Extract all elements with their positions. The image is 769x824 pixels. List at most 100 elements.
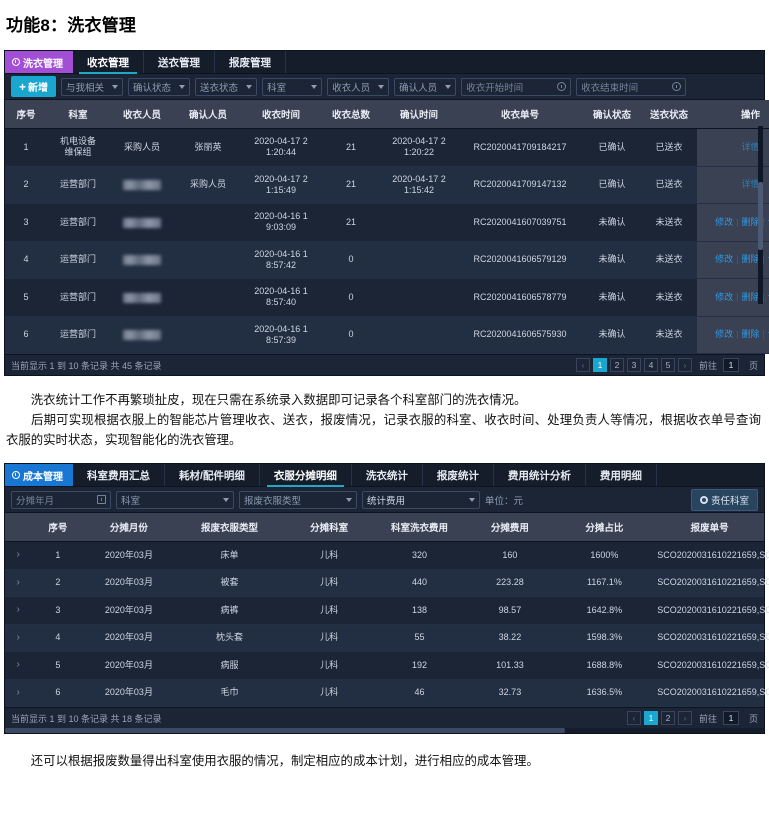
page-button-1[interactable]: 1 xyxy=(592,358,607,372)
module-badge-label: 成本管理 xyxy=(23,471,63,483)
tab-fee-detail[interactable]: 费用明细 xyxy=(586,464,657,487)
table-row[interactable]: 2 运营部门 采购人员 采购人员 2020-04-17 2 1:15:49 21… xyxy=(5,166,769,204)
cell-receive-time: 2020-04-16 1 8:57:42 xyxy=(241,241,321,279)
filter-confirmer[interactable]: 确认人员 xyxy=(394,77,457,96)
table-row[interactable]: 3 运营部门 采购人员 2020-04-16 1 9:03:09 21 RC20… xyxy=(5,203,769,242)
table-row[interactable]: › 6 2020年03月 毛巾 儿科 46 32.73 1636.5% SCO2… xyxy=(5,679,769,708)
detail-link[interactable]: 详情 xyxy=(741,179,759,189)
filter-related-to-me[interactable]: 与我相关 xyxy=(61,77,124,96)
tab-laundry-statistics[interactable]: 洗衣统计 xyxy=(352,464,423,487)
allocation-month-input[interactable]: 分摊年月 xyxy=(11,490,111,509)
table-row[interactable]: › 5 2020年03月 病服 儿科 192 101.33 1688.8% SC… xyxy=(5,651,769,680)
prev-page-button[interactable]: ‹ xyxy=(626,711,641,726)
filter-receiver[interactable]: 收衣人员 xyxy=(327,77,390,96)
tab-receive-management[interactable]: 收衣管理 xyxy=(73,51,144,74)
tab-consumable-parts-detail[interactable]: 耗材/配件明细 xyxy=(165,464,260,487)
filter-department[interactable]: 科室 xyxy=(116,490,234,509)
next-page-button[interactable]: › xyxy=(677,358,692,372)
add-new-button[interactable]: + 新增 xyxy=(11,76,57,97)
tab-label: 科室费用汇总 xyxy=(87,469,150,482)
table-row[interactable]: 4 运营部门 采购人员 2020-04-16 1 8:57:42 0 RC202… xyxy=(5,241,769,279)
table-row[interactable]: 1 机电设备 维保组 采购人员 张丽英 2020-04-17 2 1:20:44… xyxy=(5,128,769,167)
tab-clothing-allocation-detail[interactable]: 衣服分摊明细 xyxy=(260,464,352,488)
module-badge-laundry[interactable]: 洗衣管理 xyxy=(5,51,73,73)
prev-page-button[interactable]: ‹ xyxy=(575,358,590,372)
page-button-1[interactable]: 1 xyxy=(643,711,658,726)
table-row[interactable]: › 4 2020年03月 枕头套 儿科 55 38.22 1598.3% SCO… xyxy=(5,624,769,653)
expand-row-button[interactable]: › xyxy=(5,679,32,708)
edit-link[interactable]: 修改 xyxy=(715,329,733,339)
tab-scrap-statistics[interactable]: 报废统计 xyxy=(423,464,494,487)
col-allocation-fee: 分摊费用 xyxy=(466,513,554,543)
chevron-down-icon xyxy=(179,84,186,89)
cell-department: 儿科 xyxy=(285,596,373,625)
filter-scrap-clothing-type[interactable]: 报废衣服类型 xyxy=(239,490,357,509)
page-button-2[interactable]: 2 xyxy=(609,358,624,372)
redacted-name: 采购人员 xyxy=(122,217,161,228)
expand-row-button[interactable]: › xyxy=(5,569,32,598)
scrollbar-thumb[interactable] xyxy=(758,182,763,250)
expand-row-button[interactable]: › xyxy=(5,624,32,653)
table-row[interactable]: 6 运营部门 采购人员 2020-04-16 1 8:57:39 0 RC202… xyxy=(5,316,769,354)
cell-confirmer xyxy=(175,316,241,354)
cell-index: 5 xyxy=(5,278,47,317)
cell-scrap-order-no: SCO2020031610221659,SCO2020... xyxy=(655,596,769,625)
tab-label: 报废统计 xyxy=(436,469,479,482)
goto-page-input[interactable]: 1 xyxy=(722,358,739,372)
filter-statistic-fee[interactable]: 统计费用 xyxy=(362,490,480,509)
detail-link[interactable]: 详情 xyxy=(741,142,759,152)
page-button-5[interactable]: 5 xyxy=(660,358,675,372)
status-badge-confirm: 未确认 xyxy=(583,241,641,279)
filter-confirm-status[interactable]: 确认状态 xyxy=(128,77,191,96)
delete-link[interactable]: 删除 xyxy=(741,217,759,227)
table-row[interactable]: 5 运营部门 采购人员 2020-04-16 1 8:57:40 0 RC202… xyxy=(5,278,769,317)
edit-link[interactable]: 修改 xyxy=(715,254,733,264)
module-badge-cost[interactable]: 成本管理 xyxy=(5,464,73,487)
status-badge-deliver: 未送衣 xyxy=(641,241,697,279)
page-button-4[interactable]: 4 xyxy=(643,358,658,372)
col-operations: 操作 xyxy=(697,100,769,129)
delete-link[interactable]: 删除 xyxy=(741,329,759,339)
expand-row-button[interactable]: › xyxy=(5,596,32,625)
horizontal-scrollbar[interactable] xyxy=(5,728,764,734)
tab-dept-fee-summary[interactable]: 科室费用汇总 xyxy=(73,464,165,487)
expand-row-button[interactable]: › xyxy=(5,651,32,680)
cell-share-percent: 1642.8% xyxy=(553,596,656,625)
responsible-department-button[interactable]: 责任科室 xyxy=(690,488,758,511)
scrollbar-thumb[interactable] xyxy=(5,728,565,734)
delete-link[interactable]: 删除 xyxy=(741,292,759,302)
goto-page-input[interactable]: 1 xyxy=(722,711,739,726)
cell-receive-time: 2020-04-17 2 1:15:49 xyxy=(241,166,321,204)
page-button-2[interactable]: 2 xyxy=(660,711,675,726)
next-page-button[interactable]: › xyxy=(677,711,692,726)
table-row[interactable]: › 2 2020年03月 被套 儿科 440 223.28 1167.1% SC… xyxy=(5,569,769,598)
cell-index: 1 xyxy=(31,541,85,570)
panel2-toolbar: 分摊年月 科室 报废衣服类型 统计费用 单位：元 责任科室 xyxy=(5,487,764,514)
filter-department[interactable]: 科室 xyxy=(262,77,323,96)
goto-unit: 页 xyxy=(748,713,758,724)
goto-label: 前往 xyxy=(698,713,717,724)
filter-deliver-status[interactable]: 送衣状态 xyxy=(195,77,258,96)
delete-link[interactable]: 删除 xyxy=(741,254,759,264)
edit-link[interactable]: 修改 xyxy=(715,292,733,302)
table-row[interactable]: › 1 2020年03月 床单 儿科 320 160 1600% SCO2020… xyxy=(5,541,769,570)
expand-row-button[interactable]: › xyxy=(5,541,32,570)
chevron-down-icon xyxy=(311,84,318,89)
tab-fee-analysis[interactable]: 费用统计分析 xyxy=(494,464,586,487)
unit-label: 单位：元 xyxy=(485,495,524,507)
pagination: ‹ 1 2 3 4 5 › 前往 1 页 xyxy=(575,358,758,372)
vertical-scrollbar[interactable] xyxy=(758,126,763,304)
cell-receiver: 采购人员 xyxy=(109,166,175,204)
receive-end-date-input[interactable]: 收衣结束时间 xyxy=(576,77,687,96)
cell-department: 儿科 xyxy=(285,679,373,708)
col-department: 科室 xyxy=(47,100,109,129)
panel2-footer: 当前显示 1 到 10 条记录 共 18 条记录 ‹ 1 2 › 前往 1 页 xyxy=(5,707,764,729)
paragraph-line-3: 还可以根据报废数量得出科室使用衣服的情况，制定相应的成本计划，进行相应的成本管理… xyxy=(6,751,761,771)
tab-scrap-management[interactable]: 报废管理 xyxy=(215,51,286,73)
receive-start-date-input[interactable]: 收衣开始时间 xyxy=(461,77,572,96)
paragraph-block-1: 洗衣统计工作不再繁琐扯皮，现在只需在系统录入数据即可记录各个科室部门的洗衣情况。… xyxy=(0,390,769,450)
tab-deliver-management[interactable]: 送衣管理 xyxy=(144,51,215,73)
table-row[interactable]: › 3 2020年03月 病裤 儿科 138 98.57 1642.8% SCO… xyxy=(5,596,769,625)
edit-link[interactable]: 修改 xyxy=(715,217,733,227)
page-button-3[interactable]: 3 xyxy=(626,358,641,372)
